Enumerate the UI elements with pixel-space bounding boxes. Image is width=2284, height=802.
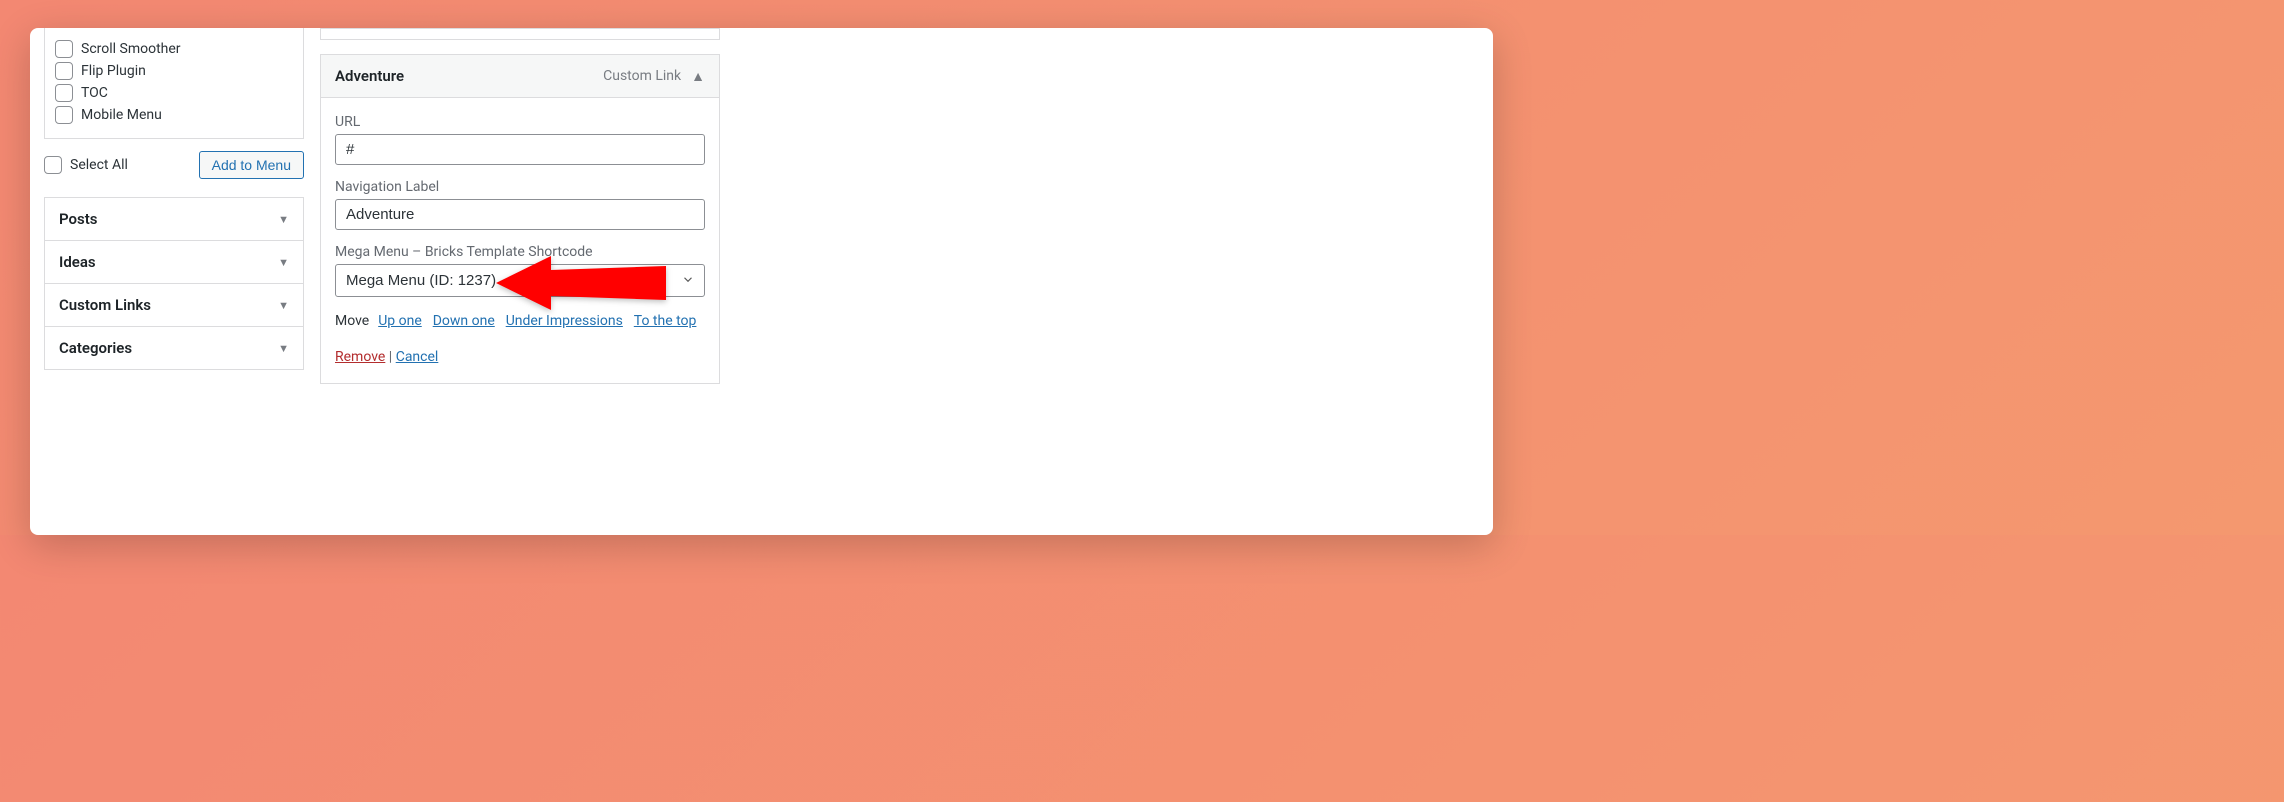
- panel-type-label: Custom Link: [603, 68, 681, 84]
- accordion-label: Custom Links: [59, 296, 151, 314]
- column-gap: [304, 28, 320, 535]
- checkbox-icon[interactable]: [55, 84, 73, 102]
- accordion-custom-links[interactable]: Custom Links ▼: [44, 284, 304, 327]
- remove-link[interactable]: Remove: [335, 349, 385, 365]
- url-input[interactable]: [335, 134, 705, 165]
- nav-input[interactable]: [335, 199, 705, 230]
- caret-up-icon: ▲: [691, 68, 705, 85]
- accordion-ideas[interactable]: Ideas ▼: [44, 241, 304, 284]
- menu-item-editor: Adventure Custom Link ▲ URL Navigation L…: [320, 28, 720, 535]
- select-all[interactable]: Select All: [44, 156, 128, 174]
- caret-down-icon: ▼: [278, 342, 289, 355]
- move-row: Move Up one Down one Under Impressions T…: [335, 313, 705, 329]
- caret-down-icon: ▼: [278, 299, 289, 312]
- mega-select[interactable]: Mega Menu (ID: 1237): [335, 264, 705, 297]
- checkbox-label: Scroll Smoother: [81, 41, 181, 57]
- panel-title: Adventure: [335, 67, 404, 85]
- controls-row: Select All Add to Menu: [44, 139, 304, 191]
- mega-label: Mega Menu – Bricks Template Shortcode: [335, 244, 705, 260]
- cancel-link[interactable]: Cancel: [396, 349, 439, 365]
- accordion-posts[interactable]: Posts ▼: [44, 197, 304, 241]
- checkbox-icon[interactable]: [55, 40, 73, 58]
- panel-header[interactable]: Adventure Custom Link ▲: [321, 55, 719, 98]
- checkbox-icon[interactable]: [44, 156, 62, 174]
- checkbox-row[interactable]: TOC: [55, 84, 293, 102]
- url-label: URL: [335, 114, 705, 130]
- accordion-label: Posts: [59, 210, 97, 228]
- caret-down-icon: ▼: [278, 256, 289, 269]
- move-top-link[interactable]: To the top: [634, 313, 697, 329]
- checkbox-list: Scroll Smoother Flip Plugin TOC Mobile M…: [44, 28, 304, 139]
- panel-body: URL Navigation Label Mega Menu – Bricks …: [321, 98, 719, 383]
- content-area: Scroll Smoother Flip Plugin TOC Mobile M…: [30, 28, 1493, 535]
- add-to-menu-button[interactable]: Add to Menu: [199, 151, 304, 179]
- menu-item-panel: Adventure Custom Link ▲ URL Navigation L…: [320, 54, 720, 384]
- checkbox-row[interactable]: Scroll Smoother: [55, 40, 293, 58]
- accordion-label: Categories: [59, 339, 132, 357]
- separator: |: [385, 349, 395, 365]
- move-up-link[interactable]: Up one: [378, 313, 422, 329]
- select-all-label: Select All: [70, 157, 128, 173]
- checkbox-label: Flip Plugin: [81, 63, 146, 79]
- checkbox-icon[interactable]: [55, 106, 73, 124]
- nav-label: Navigation Label: [335, 179, 705, 195]
- checkbox-label: TOC: [81, 85, 108, 101]
- checkbox-row[interactable]: Mobile Menu: [55, 106, 293, 124]
- panel-type: Custom Link ▲: [603, 68, 705, 85]
- checkbox-row[interactable]: Flip Plugin: [55, 62, 293, 80]
- accordion-list: Posts ▼ Ideas ▼ Custom Links ▼ Categorie…: [44, 197, 304, 370]
- caret-down-icon: ▼: [278, 213, 289, 226]
- checkbox-icon[interactable]: [55, 62, 73, 80]
- accordion-categories[interactable]: Categories ▼: [44, 327, 304, 370]
- action-row: Remove | Cancel: [335, 349, 705, 365]
- sidebar: Scroll Smoother Flip Plugin TOC Mobile M…: [44, 28, 304, 535]
- move-label: Move: [335, 313, 369, 329]
- collapsed-item[interactable]: [320, 28, 720, 40]
- checkbox-label: Mobile Menu: [81, 107, 162, 123]
- move-under-link[interactable]: Under Impressions: [506, 313, 623, 329]
- move-down-link[interactable]: Down one: [433, 313, 495, 329]
- mega-select-wrap: Mega Menu (ID: 1237): [335, 264, 705, 297]
- app-window: Scroll Smoother Flip Plugin TOC Mobile M…: [30, 28, 1493, 535]
- accordion-label: Ideas: [59, 253, 96, 271]
